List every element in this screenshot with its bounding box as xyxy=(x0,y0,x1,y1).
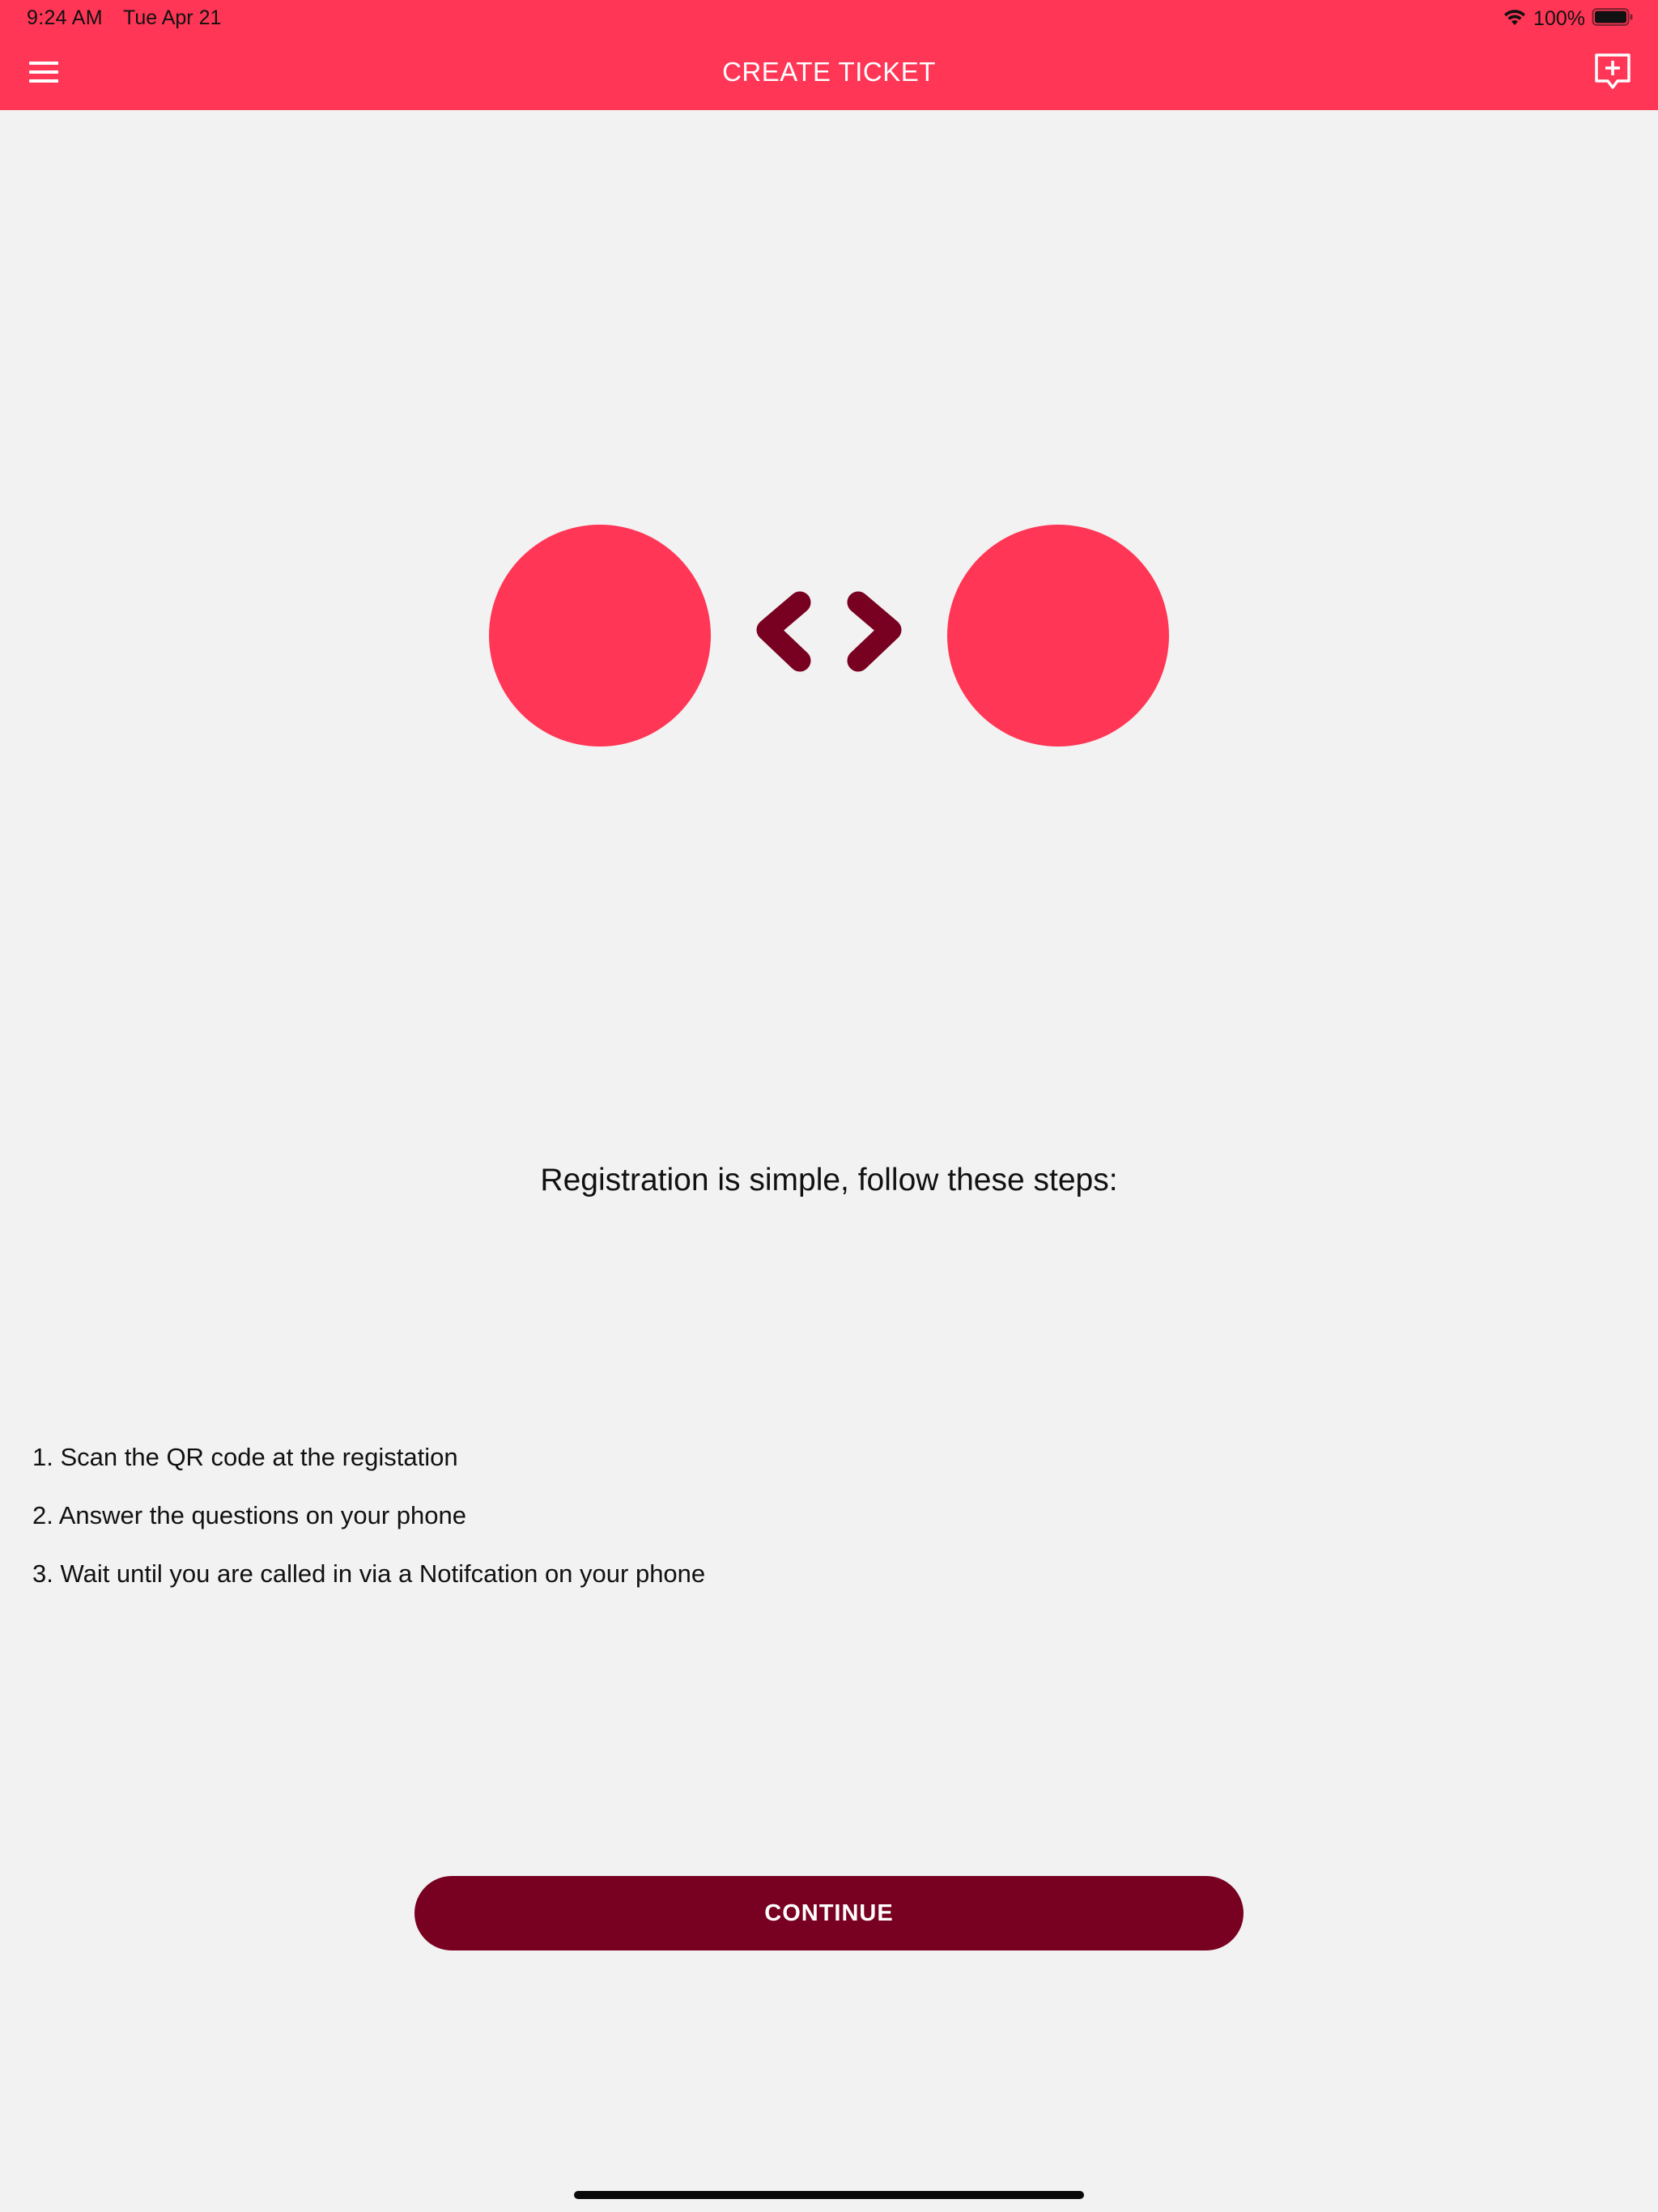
left-circle xyxy=(489,525,711,747)
status-time: 9:24 AM xyxy=(27,6,103,29)
add-comment-icon xyxy=(1592,53,1634,97)
battery-percentage: 100% xyxy=(1533,6,1585,30)
step-item: 3. Wait until you are called in via a No… xyxy=(32,1559,706,1588)
steps-list: 1. Scan the QR code at the registation 2… xyxy=(32,1441,705,1616)
step-item: 2. Answer the questions on your phone xyxy=(32,1501,466,1529)
continue-button[interactable]: CONTINUE xyxy=(414,1876,1244,1950)
battery-icon xyxy=(1592,7,1634,31)
add-comment-button[interactable] xyxy=(1592,50,1634,94)
page-title: CREATE TICKET xyxy=(722,57,936,87)
code-chevrons-icon xyxy=(750,591,908,682)
right-circle xyxy=(947,525,1169,747)
intro-text: Registration is simple, follow these ste… xyxy=(540,1163,1118,1197)
home-indicator[interactable] xyxy=(574,2191,1084,2199)
hero-illustration xyxy=(486,525,1171,748)
create-ticket-screen: 9:24 AM Tue Apr 21 100% CREATE TICKET Re… xyxy=(0,0,1658,2212)
status-date: Tue Apr 21 xyxy=(123,6,222,29)
status-indicators: 100% xyxy=(1503,5,1634,32)
header-bar: 9:24 AM Tue Apr 21 100% CREATE TICKET xyxy=(0,0,1658,110)
wifi-icon xyxy=(1503,7,1527,31)
step-item: 1. Scan the QR code at the registation xyxy=(32,1443,458,1471)
